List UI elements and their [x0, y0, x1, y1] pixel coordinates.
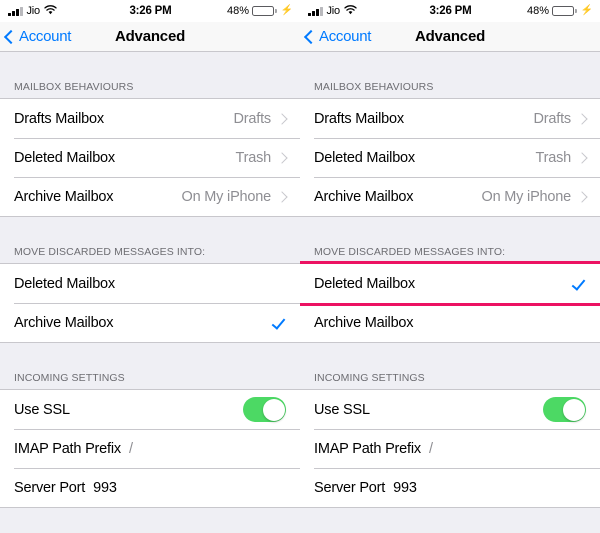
row-server-port[interactable]: Server Port 993 [300, 468, 600, 507]
bolt-icon: ⚡ [580, 5, 593, 16]
section-move-discarded: Deleted Mailbox Archive Mailbox [300, 263, 600, 343]
row-deleted-mailbox[interactable]: Deleted Mailbox Trash [0, 138, 300, 177]
back-button-label: Account [19, 28, 72, 45]
status-bar: Jio 3:26 PM 48% ⚡ [0, 0, 300, 22]
row-label: IMAP Path Prefix [14, 440, 121, 457]
row-label: Use SSL [14, 401, 70, 418]
use-ssl-toggle[interactable] [243, 397, 286, 422]
chevron-right-icon [276, 112, 288, 125]
section-header-smime: S/MIME [0, 508, 300, 533]
battery-icon [252, 5, 277, 17]
status-bar-left: Jio [308, 4, 429, 18]
section-mailbox-behaviours: Drafts Mailbox Drafts Deleted Mailbox Tr… [0, 98, 300, 217]
row-label: Deleted Mailbox [314, 275, 415, 292]
chevron-left-icon [303, 29, 319, 44]
chevron-left-icon [3, 29, 19, 44]
row-deleted-mailbox[interactable]: Deleted Mailbox Trash [300, 138, 600, 177]
section-header-move-discarded: MOVE DISCARDED MESSAGES INTO: [14, 246, 206, 258]
section-mailbox-behaviours: Drafts Mailbox Drafts Deleted Mailbox Tr… [300, 98, 600, 217]
status-bar-time: 3:26 PM [129, 5, 172, 17]
navigation-bar: Account Advanced [0, 22, 300, 52]
row-label: Archive Mailbox [14, 188, 114, 205]
option-deleted-mailbox[interactable]: Deleted Mailbox [0, 264, 300, 303]
navigation-bar: Account Advanced [300, 22, 600, 52]
wifi-icon [344, 4, 357, 18]
section-move-discarded: Deleted Mailbox Archive Mailbox [0, 263, 300, 343]
row-value: 993 [93, 479, 117, 496]
row-archive-mailbox[interactable]: Archive Mailbox On My iPhone [300, 177, 600, 216]
back-button-label: Account [319, 28, 372, 45]
chevron-right-icon [276, 190, 288, 203]
checkmark-icon [571, 276, 586, 291]
section-header-move-discarded: MOVE DISCARDED MESSAGES INTO: [314, 246, 506, 258]
dual-screenshot-comparison: Jio 3:26 PM 48% ⚡ Account Advanced MAILB… [0, 0, 600, 533]
row-server-port[interactable]: Server Port 993 [0, 468, 300, 507]
section-header-incoming-settings: INCOMING SETTINGS [314, 372, 425, 384]
battery-icon [552, 5, 577, 17]
row-use-ssl: Use SSL [0, 390, 300, 429]
option-archive-mailbox[interactable]: Archive Mailbox [300, 303, 600, 342]
row-value: Trash [235, 149, 271, 166]
row-value: / [428, 440, 433, 457]
chevron-right-icon [276, 151, 288, 164]
battery-percent-label: 48% [527, 5, 550, 17]
option-deleted-mailbox[interactable]: Deleted Mailbox [300, 264, 600, 303]
chevron-right-icon [576, 112, 588, 125]
row-value: On My iPhone [481, 188, 572, 205]
option-archive-mailbox[interactable]: Archive Mailbox [0, 303, 300, 342]
row-label: Deleted Mailbox [14, 149, 115, 166]
row-label: Deleted Mailbox [314, 149, 415, 166]
use-ssl-toggle[interactable] [543, 397, 586, 422]
row-imap-path-prefix[interactable]: IMAP Path Prefix / [300, 429, 600, 468]
row-label: Server Port [14, 479, 86, 496]
settings-list: MAILBOX BEHAVIOURS Drafts Mailbox Drafts… [300, 52, 600, 533]
back-button[interactable]: Account [300, 28, 371, 45]
row-label: Archive Mailbox [14, 314, 114, 331]
status-bar-right: 48% ⚡ [172, 5, 293, 17]
status-bar-left: Jio [8, 4, 129, 18]
row-drafts-mailbox[interactable]: Drafts Mailbox Drafts [300, 99, 600, 138]
status-bar-time: 3:26 PM [429, 5, 472, 17]
carrier-label: Jio [326, 5, 341, 17]
row-imap-path-prefix[interactable]: IMAP Path Prefix / [0, 429, 300, 468]
row-value: / [128, 440, 133, 457]
section-header-mailbox-behaviours: MAILBOX BEHAVIOURS [314, 81, 434, 93]
signal-bars-icon [8, 6, 23, 16]
screen-after: Jio 3:26 PM 48% ⚡ Account Advanced MAILB… [300, 0, 600, 533]
bolt-icon: ⚡ [280, 5, 293, 16]
section-incoming-settings: Use SSL IMAP Path Prefix / Server Port 9… [0, 389, 300, 508]
section-header-smime: S/MIME [300, 508, 600, 533]
row-label: Use SSL [314, 401, 370, 418]
row-label: Archive Mailbox [314, 188, 414, 205]
carrier-label: Jio [26, 5, 41, 17]
row-value: Drafts [233, 110, 272, 127]
row-label: Archive Mailbox [314, 314, 414, 331]
chevron-right-icon [576, 151, 588, 164]
row-drafts-mailbox[interactable]: Drafts Mailbox Drafts [0, 99, 300, 138]
row-label: Server Port [314, 479, 386, 496]
checkmark-icon [271, 315, 286, 330]
signal-bars-icon [308, 6, 323, 16]
section-incoming-settings: Use SSL IMAP Path Prefix / Server Port 9… [300, 389, 600, 508]
row-value: 993 [393, 479, 417, 496]
status-bar: Jio 3:26 PM 48% ⚡ [300, 0, 600, 22]
row-value: Trash [535, 149, 571, 166]
row-label: Drafts Mailbox [314, 110, 404, 127]
screen-before: Jio 3:26 PM 48% ⚡ Account Advanced MAILB… [0, 0, 300, 533]
battery-percent-label: 48% [227, 5, 250, 17]
chevron-right-icon [576, 190, 588, 203]
row-value: On My iPhone [181, 188, 272, 205]
row-use-ssl: Use SSL [300, 390, 600, 429]
row-archive-mailbox[interactable]: Archive Mailbox On My iPhone [0, 177, 300, 216]
row-value: Drafts [533, 110, 572, 127]
row-label: IMAP Path Prefix [314, 440, 421, 457]
status-bar-right: 48% ⚡ [472, 5, 593, 17]
row-label: Drafts Mailbox [14, 110, 104, 127]
back-button[interactable]: Account [0, 28, 71, 45]
section-header-incoming-settings: INCOMING SETTINGS [14, 372, 125, 384]
section-header-mailbox-behaviours: MAILBOX BEHAVIOURS [14, 81, 134, 93]
settings-list: MAILBOX BEHAVIOURS Drafts Mailbox Drafts… [0, 52, 300, 533]
row-label: Deleted Mailbox [14, 275, 115, 292]
wifi-icon [44, 4, 57, 18]
